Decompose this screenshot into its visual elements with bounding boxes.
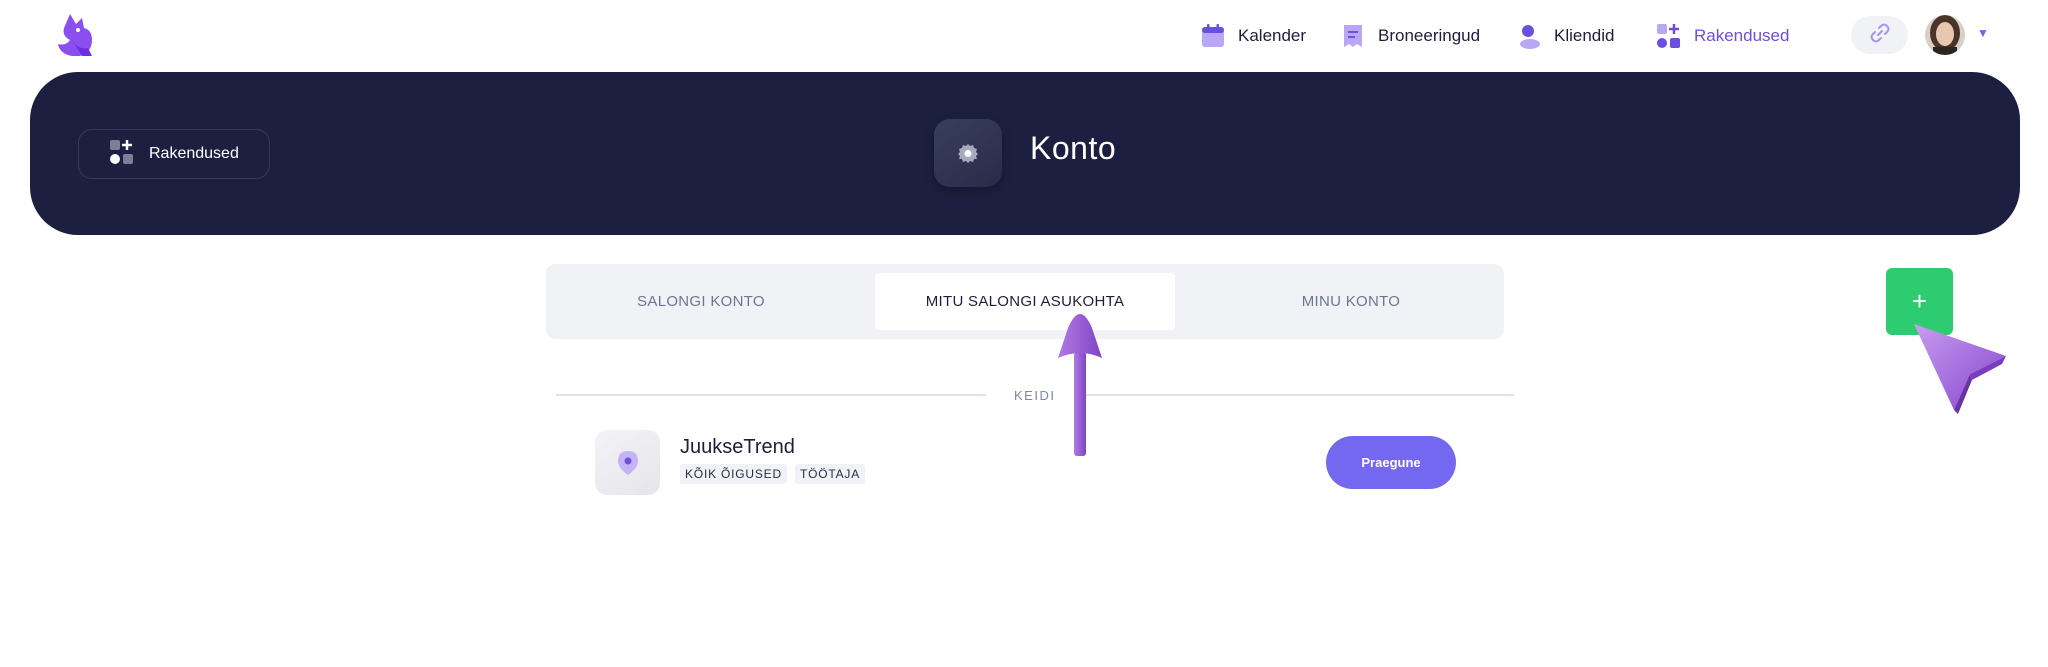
- copy-link-button[interactable]: [1851, 16, 1908, 54]
- location-pin-icon: [595, 430, 660, 495]
- section-label: KEIDI: [1014, 388, 1056, 403]
- back-button-label: Rakendused: [149, 145, 239, 162]
- page-header: Rakendused Konto: [30, 72, 2020, 235]
- user-avatar[interactable]: [1925, 15, 1965, 55]
- chevron-down-icon[interactable]: ▼: [1976, 26, 1990, 40]
- cursor-arrow-icon: [1908, 318, 2010, 418]
- nav-item-label: Rakendused: [1694, 26, 1790, 45]
- nav-item-bookings[interactable]: Broneeringud: [1340, 18, 1480, 54]
- brand-logo-icon[interactable]: [52, 10, 102, 62]
- account-tabs: SALONGI KONTO MITU SALONGI ASUKOHTA MINU…: [546, 264, 1504, 339]
- nav-item-label: Kalender: [1238, 26, 1307, 45]
- tab-salon-account[interactable]: SALONGI KONTO: [566, 273, 836, 330]
- page-title: Konto: [1030, 130, 1117, 166]
- nav-item-label: Kliendid: [1554, 26, 1615, 45]
- location-name: JuukseTrend: [680, 436, 795, 458]
- calendar-icon: [1200, 23, 1226, 49]
- current-location-button[interactable]: Praegune: [1326, 436, 1456, 489]
- section-divider-left: [556, 394, 986, 396]
- tab-multiple-locations[interactable]: MITU SALONGI ASUKOHTA: [875, 273, 1175, 330]
- top-navigation-bar: Kalender Broneeringud Kliendid Rakenduse…: [0, 0, 2048, 72]
- section-divider-right: [1080, 394, 1514, 396]
- permission-tag: KÕIK ÕIGUSED: [680, 464, 787, 484]
- nav-item-calendar[interactable]: Kalender: [1200, 18, 1306, 54]
- role-tag: TÖÖTAJA: [794, 464, 865, 484]
- nav-item-label: Broneeringud: [1378, 26, 1481, 45]
- tab-my-account[interactable]: MINU KONTO: [1216, 273, 1486, 330]
- clients-icon: [1516, 23, 1542, 49]
- apps-icon: [1656, 23, 1682, 49]
- nav-item-apps[interactable]: Rakendused: [1656, 18, 1789, 54]
- location-tags: KÕIK ÕIGUSED TÖÖTAJA: [680, 464, 865, 484]
- nav-item-clients[interactable]: Kliendid: [1516, 18, 1615, 54]
- link-icon: [1869, 22, 1891, 49]
- bookings-icon: [1340, 23, 1366, 49]
- pointer-arrow-up-icon: [1056, 312, 1104, 458]
- apps-icon: [109, 139, 135, 170]
- settings-gear-icon: [934, 119, 1002, 187]
- back-to-apps-button[interactable]: Rakendused: [78, 129, 270, 179]
